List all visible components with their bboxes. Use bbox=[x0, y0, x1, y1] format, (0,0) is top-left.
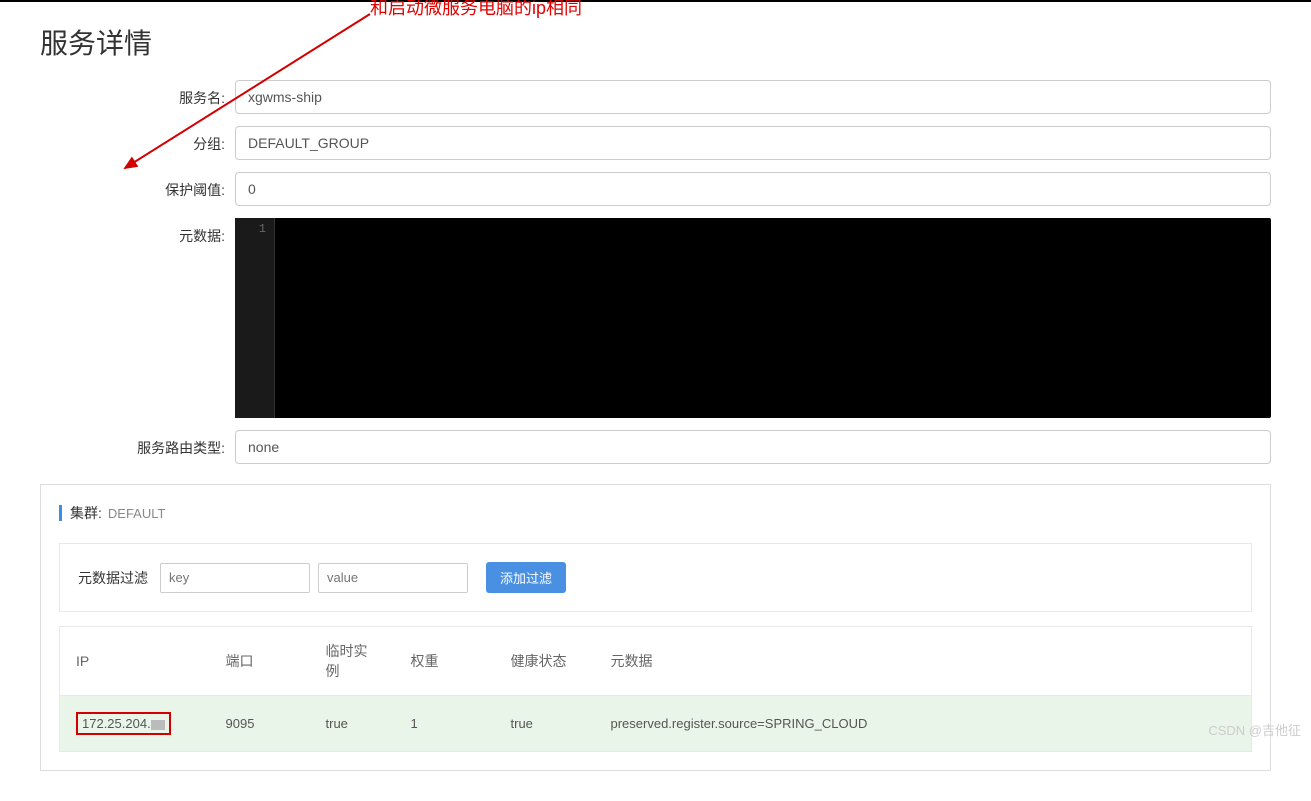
table-header-row: IP 端口 临时实例 权重 健康状态 元数据 bbox=[60, 627, 1252, 696]
threshold-input[interactable] bbox=[235, 172, 1271, 206]
table-row: 172.25.204. 9095 true 1 true preserved.r… bbox=[60, 696, 1252, 752]
cell-health: true bbox=[495, 696, 595, 752]
route-type-label: 服务路由类型: bbox=[40, 430, 235, 458]
annotation-text: 和启动微服务电脑的ip相同 bbox=[370, 0, 582, 20]
watermark: CSDN @吉他征 bbox=[1208, 720, 1301, 739]
cell-weight: 1 bbox=[395, 696, 495, 752]
header-ephemeral: 临时实例 bbox=[310, 627, 395, 696]
route-type-input[interactable] bbox=[235, 430, 1271, 464]
add-filter-button[interactable]: 添加过滤 bbox=[486, 562, 566, 593]
cluster-bar-icon bbox=[59, 505, 62, 521]
service-name-input[interactable] bbox=[235, 80, 1271, 114]
cell-port: 9095 bbox=[210, 696, 310, 752]
filter-box: 元数据过滤 添加过滤 bbox=[59, 543, 1252, 612]
ip-value: 172.25.204. bbox=[82, 716, 151, 731]
cell-ip: 172.25.204. bbox=[60, 696, 210, 752]
cell-ephemeral: true bbox=[310, 696, 395, 752]
cluster-name: DEFAULT bbox=[108, 506, 166, 521]
header-port: 端口 bbox=[210, 627, 310, 696]
metadata-label: 元数据: bbox=[40, 218, 235, 246]
header-weight: 权重 bbox=[395, 627, 495, 696]
cluster-panel: 集群: DEFAULT 和启动微服务电脑的ip相同 元数据过滤 添加过滤 IP … bbox=[40, 484, 1271, 771]
code-line-number: 1 bbox=[235, 218, 275, 418]
instances-table: IP 端口 临时实例 权重 健康状态 元数据 172.25.204. 9095 bbox=[59, 626, 1252, 752]
cluster-header: 集群: DEFAULT bbox=[59, 503, 1252, 523]
group-input[interactable] bbox=[235, 126, 1271, 160]
threshold-label: 保护阈值: bbox=[40, 172, 235, 200]
cluster-title: 集群: bbox=[70, 503, 102, 523]
ip-mask-icon bbox=[151, 720, 165, 730]
ip-highlight: 172.25.204. bbox=[76, 712, 171, 735]
filter-key-input[interactable] bbox=[160, 563, 310, 593]
page-title: 服务详情 bbox=[40, 22, 1271, 62]
filter-label: 元数据过滤 bbox=[78, 568, 148, 588]
header-metadata: 元数据 bbox=[595, 627, 1252, 696]
cell-metadata: preserved.register.source=SPRING_CLOUD bbox=[595, 696, 1252, 752]
header-ip: IP bbox=[60, 627, 210, 696]
header-health: 健康状态 bbox=[495, 627, 595, 696]
group-label: 分组: bbox=[40, 126, 235, 154]
service-name-label: 服务名: bbox=[40, 80, 235, 108]
metadata-editor[interactable]: 1 bbox=[235, 218, 1271, 418]
filter-value-input[interactable] bbox=[318, 563, 468, 593]
